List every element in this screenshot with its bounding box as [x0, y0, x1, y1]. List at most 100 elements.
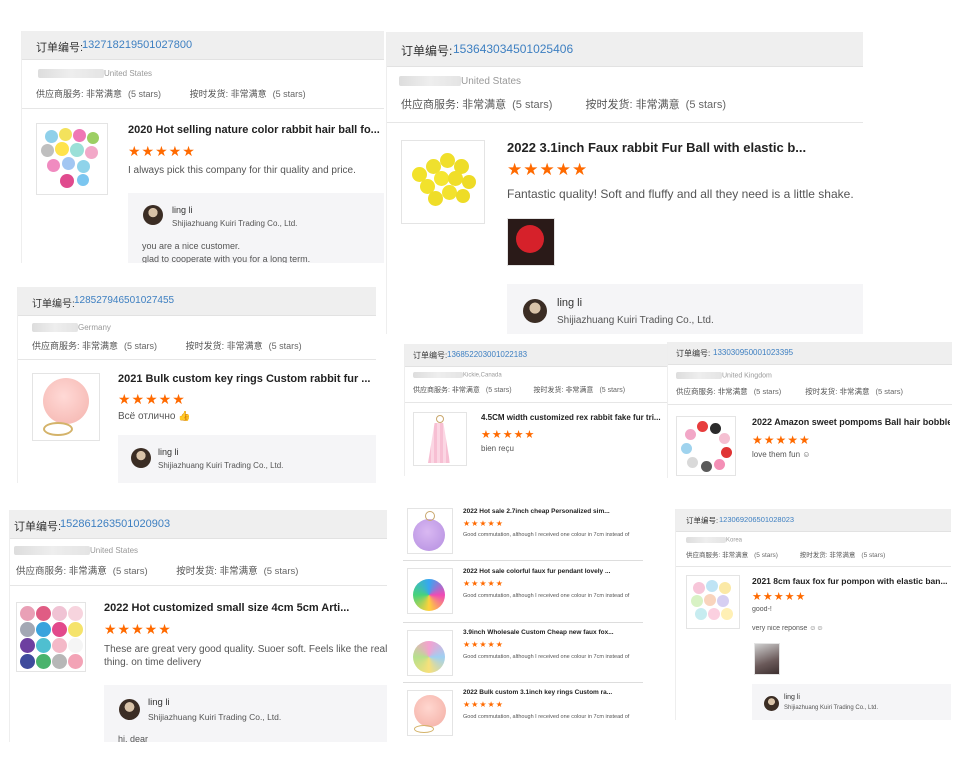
product-title[interactable]: 4.5CM width customized rex rabbit fake f… — [481, 413, 663, 422]
order-number-link[interactable]: 128527946501027455 — [74, 295, 174, 306]
pompom-icon — [20, 622, 35, 637]
product-title[interactable]: 2022 3.1inch Faux rabbit Fur Ball with e… — [507, 140, 857, 155]
review-text: love them fun ☺ — [752, 450, 811, 459]
supplier-service-value: 非常满意 — [451, 387, 480, 394]
pompom-icon — [77, 160, 90, 173]
avatar — [131, 448, 151, 468]
product-image[interactable] — [407, 690, 453, 736]
shipping-label: 按时发货: — [533, 387, 564, 394]
product-title[interactable]: 2021 8cm faux fox fur pompon with elasti… — [752, 576, 948, 586]
keyring-icon — [414, 725, 434, 733]
replier-company: Shijiazhuang Kuiri Trading Co., Ltd. — [557, 315, 714, 326]
buyer-country: Germany — [78, 323, 111, 332]
order-number-link[interactable]: 133030950001023395 — [713, 348, 793, 357]
pompom-icon — [36, 622, 51, 637]
product-image[interactable] — [413, 412, 467, 466]
pompom-icon — [36, 638, 51, 653]
product-title[interactable]: 3.9inch Wholesale Custom Cheap new faux … — [463, 629, 641, 636]
star-rating: ★★★★★ — [481, 429, 536, 441]
supplier-service-value: 非常满意 — [722, 552, 749, 559]
blurred-buyer-name — [676, 372, 722, 379]
supplier-service-label: 供应商服务: — [36, 89, 84, 99]
order-number-label: 订单编号: — [401, 44, 453, 58]
star-rating: ★★★★★ — [463, 519, 504, 528]
shipping-stars: (5 stars) — [263, 566, 299, 577]
pompom-icon — [719, 433, 730, 444]
pompom-icon — [721, 608, 733, 620]
product-title[interactable]: 2022 Amazon sweet pompoms Ball hair bobb… — [752, 417, 950, 427]
order-header: 订单编号: 152861263501020903 — [10, 510, 387, 539]
pompom-icon — [85, 146, 98, 159]
replier-company: Shijiazhuang Kuiri Trading Co., Ltd. — [148, 712, 282, 722]
supplier-reply: ling li Shijiazhuang Kuiri Trading Co., … — [752, 684, 951, 720]
pompom-icon — [413, 519, 445, 551]
order-header: 订单编号: 133030950001023395 — [668, 342, 952, 365]
shipping-label: 按时发货: — [799, 552, 828, 559]
shipping-label: 按时发货: — [585, 99, 633, 111]
review-photo[interactable] — [507, 218, 555, 266]
pompom-icon — [710, 423, 721, 434]
shipping-value: 非常满意 — [219, 566, 258, 577]
pompom-icon — [45, 130, 58, 143]
product-image[interactable] — [407, 630, 453, 676]
order-number-label: 订单编号: — [413, 351, 448, 360]
pompom-icon — [20, 638, 35, 653]
order-header: 订单编号: 123069206501028023 — [676, 509, 951, 532]
supplier-service-value: 非常满意 — [717, 387, 748, 396]
star-rating: ★★★★★ — [752, 591, 807, 603]
shipping-stars: (5 stars) — [875, 387, 903, 396]
supplier-service-value: 非常满意 — [68, 566, 107, 577]
product-title[interactable]: 2022 Hot sale 2.7inch cheap Personalized… — [463, 508, 641, 515]
order-number-link[interactable]: 123069206501028023 — [719, 515, 794, 524]
pompom-icon — [714, 459, 725, 470]
product-image[interactable] — [407, 508, 453, 554]
product-image[interactable] — [36, 123, 108, 195]
replier-name: ling li — [172, 205, 193, 215]
order-number-label: 订单编号: — [676, 349, 711, 358]
product-title[interactable]: 2022 Hot customized small size 4cm 5cm A… — [104, 602, 386, 614]
review-photo[interactable] — [754, 643, 780, 675]
avatar — [764, 696, 779, 711]
product-image[interactable] — [16, 602, 86, 672]
product-image[interactable] — [676, 416, 736, 476]
order-header: 订单编号: 132718219501027800 — [22, 31, 384, 60]
review-text: These are great very good quality. Suoer… — [104, 644, 387, 655]
order-number-link[interactable]: 152861263501020903 — [60, 518, 170, 530]
pompom-icon — [68, 654, 83, 669]
product-image[interactable] — [686, 575, 740, 629]
buyer-country: United Kingdom — [722, 372, 772, 380]
product-title[interactable]: 2022 Hot sale colorful faux fur pendant … — [463, 568, 641, 575]
pompom-icon — [87, 132, 99, 144]
product-image[interactable] — [32, 373, 100, 441]
product-title[interactable]: 2020 Hot selling nature color rabbit hai… — [128, 124, 380, 136]
product-image[interactable] — [401, 140, 485, 224]
supplier-reply: ling li Shijiazhuang Kuiri Trading Co., … — [128, 193, 384, 263]
star-rating: ★★★★★ — [128, 143, 196, 159]
buyer-location: Kickie,Canada — [413, 372, 502, 379]
shipping-value: 非常满意 — [226, 341, 263, 351]
order-number-link[interactable]: 136852203001022183 — [447, 350, 527, 359]
review-text: very nice reponse ☺☺ — [752, 625, 824, 632]
pompom-icon — [36, 606, 51, 621]
product-image[interactable] — [407, 568, 453, 614]
pompom-icon — [706, 580, 718, 592]
rating-row: 供应商服务: 非常满意 (5 stars) 按时发货: 非常满意 (5 stars) — [676, 386, 903, 397]
rating-row: 供应商服务: 非常满意 (5 stars) 按时发货: 非常满意 (5 stars) — [401, 96, 726, 112]
order-number-link[interactable]: 153643034501025406 — [453, 42, 573, 56]
pompom-icon — [68, 622, 83, 637]
pompom-icon — [708, 608, 720, 620]
pompom-icon — [52, 606, 67, 621]
product-title[interactable]: 2022 Bulk custom 3.1inch key rings Custo… — [463, 689, 641, 696]
product-title[interactable]: 2021 Bulk custom key rings Custom rabbit… — [118, 373, 372, 385]
replier-name: ling li — [784, 694, 800, 701]
pompom-icon — [701, 461, 712, 472]
pompom-icon — [413, 641, 445, 673]
order-number-link[interactable]: 132718219501027800 — [82, 39, 192, 51]
divider — [405, 402, 667, 403]
supplier-service-label: 供应商服务: — [16, 566, 67, 577]
pompom-icon — [462, 175, 476, 189]
star-rating: ★★★★★ — [463, 700, 504, 709]
buyer-country: United States — [90, 546, 139, 555]
blurred-buyer-name — [32, 323, 78, 333]
shipping-value: 非常满意 — [839, 387, 870, 396]
